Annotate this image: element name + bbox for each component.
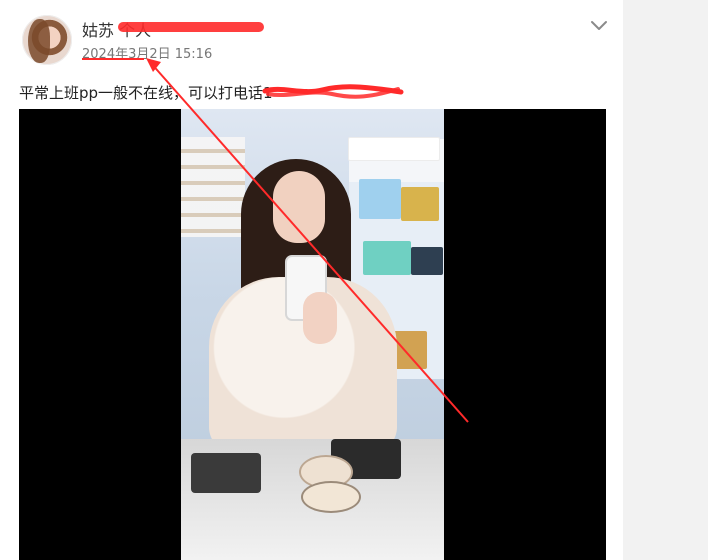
makeup-palette bbox=[191, 453, 261, 493]
post-photo bbox=[181, 109, 444, 560]
person-hand bbox=[303, 292, 337, 344]
store-sign bbox=[348, 137, 440, 161]
compact-case bbox=[301, 481, 361, 513]
timestamp-underline bbox=[82, 58, 144, 60]
avatar[interactable] bbox=[22, 15, 72, 65]
product-box bbox=[359, 179, 401, 219]
product-box bbox=[401, 187, 439, 221]
media-viewer[interactable] bbox=[19, 109, 606, 560]
phone-redaction bbox=[262, 84, 404, 99]
avatar-hair bbox=[28, 19, 50, 63]
name-redaction bbox=[118, 22, 264, 32]
left-shelf bbox=[181, 137, 245, 237]
feed-page: 姑苏 个人 2024年3月2日 15:16 平常上班pp一般不在线，可以打电话1 bbox=[0, 0, 708, 560]
product-box bbox=[411, 247, 443, 275]
chevron-down-icon[interactable] bbox=[588, 15, 610, 35]
post-card: 姑苏 个人 2024年3月2日 15:16 平常上班pp一般不在线，可以打电话1 bbox=[0, 0, 623, 560]
page-gutter bbox=[623, 0, 708, 560]
person-face bbox=[273, 171, 325, 243]
post-text: 平常上班pp一般不在线，可以打电话1 bbox=[19, 84, 273, 102]
product-box bbox=[363, 241, 411, 275]
